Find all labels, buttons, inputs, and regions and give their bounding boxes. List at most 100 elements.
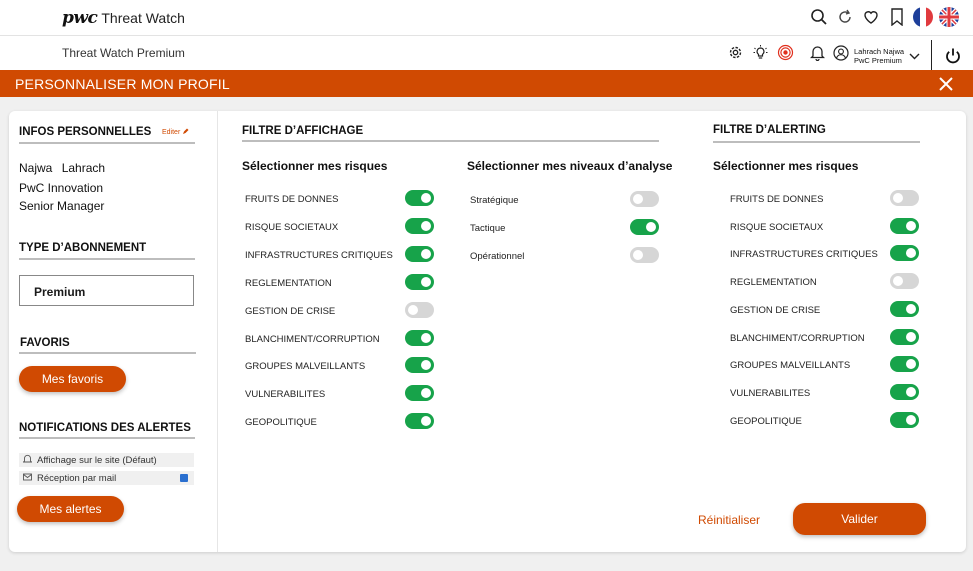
toggle-label: GEOPOLITIQUE xyxy=(245,417,317,429)
subscription-field: Premium xyxy=(19,275,194,306)
infos-title: INFOS PERSONNELLES xyxy=(19,126,152,138)
user-menu[interactable]: Lahrach Najwa PwC Premium xyxy=(833,45,920,66)
toggle-knob xyxy=(893,193,903,203)
lightbulb-icon[interactable] xyxy=(752,44,769,66)
toggle-switch[interactable] xyxy=(630,219,659,235)
toggle-knob xyxy=(421,276,431,287)
toggle-switch[interactable] xyxy=(890,190,919,206)
mail-icon xyxy=(23,473,32,484)
bell-icon[interactable] xyxy=(809,44,826,66)
toggle-switch[interactable] xyxy=(890,411,919,428)
toggle-label: BLANCHIMENT/CORRUPTION xyxy=(730,332,865,344)
toggle-switch[interactable] xyxy=(405,301,434,318)
chevron-down-icon[interactable] xyxy=(909,47,920,65)
toggle-switch[interactable] xyxy=(630,191,659,207)
notif-mail-option[interactable]: Réception par mail xyxy=(19,471,194,485)
notif-site-label: Affichage sur le site (Défaut) xyxy=(37,454,157,466)
toggle-label: FRUITS DE DONNES xyxy=(245,194,339,205)
toggle-label: VULNERABILITES xyxy=(730,387,811,399)
toggle-label: GEOPOLITIQUE xyxy=(730,415,802,427)
toggle-label: INFRASTRUCTURES CRITIQUES xyxy=(730,249,878,261)
toggle-switch[interactable] xyxy=(890,383,919,400)
favorites-title: FAVORIS xyxy=(20,337,70,349)
display-risks-title: Sélectionner mes risques xyxy=(242,159,388,173)
app-name: Threat Watch xyxy=(101,10,185,26)
toggle-label: Tactique xyxy=(470,223,506,234)
levels-title: Sélectionner mes niveaux d’analyse xyxy=(467,159,673,173)
pwc-logo: pwc xyxy=(62,8,98,28)
favorites-button[interactable]: Mes favoris xyxy=(19,366,126,392)
app-logo[interactable]: pwc Threat Watch xyxy=(62,8,185,28)
toggle-switch[interactable] xyxy=(405,245,434,262)
refresh-icon[interactable] xyxy=(835,6,855,28)
reset-link[interactable]: Réinitialiser xyxy=(698,513,760,527)
toggle-switch[interactable] xyxy=(405,273,434,290)
user-name: Lahrach Najwa xyxy=(854,46,905,56)
toggle-switch[interactable] xyxy=(890,217,919,234)
notifications-title: NOTIFICATIONS DES ALERTES xyxy=(19,422,191,434)
target-icon[interactable] xyxy=(777,44,794,66)
heart-icon[interactable] xyxy=(861,6,881,28)
close-icon[interactable] xyxy=(938,76,954,92)
alert-filter-underline xyxy=(713,141,920,143)
toggle-knob xyxy=(421,416,431,427)
toggle-switch[interactable] xyxy=(405,413,434,430)
edit-label: Editer xyxy=(162,129,181,136)
validate-button[interactable]: Valider xyxy=(793,503,926,535)
user-icon xyxy=(833,45,849,66)
toggle-knob xyxy=(421,193,431,203)
toggle-label: RISQUE SOCIETAUX xyxy=(730,221,824,233)
toggle-knob xyxy=(906,359,916,370)
modal-title: PERSONNALISER MON PROFIL xyxy=(15,76,230,92)
mail-checkbox[interactable] xyxy=(180,474,188,482)
toggle-switch[interactable] xyxy=(890,328,919,345)
bookmark-icon[interactable] xyxy=(887,6,907,28)
toggle-label: REGLEMENTATION xyxy=(245,277,332,289)
power-icon[interactable] xyxy=(931,40,973,72)
toggle-knob xyxy=(906,220,916,231)
product-title: Threat Watch Premium xyxy=(62,46,185,60)
toggle-knob xyxy=(646,222,656,232)
edit-link[interactable]: Editer xyxy=(162,128,189,137)
toggle-switch[interactable] xyxy=(405,385,434,402)
toggle-switch[interactable] xyxy=(890,356,919,373)
toggle-knob xyxy=(906,331,916,342)
toggle-knob xyxy=(906,248,916,259)
toggle-switch[interactable] xyxy=(890,273,919,290)
toggle-knob xyxy=(421,220,431,231)
alerts-button[interactable]: Mes alertes xyxy=(17,496,124,522)
bell-icon xyxy=(22,454,33,467)
toggle-switch[interactable] xyxy=(405,329,434,346)
toggle-knob xyxy=(633,194,643,204)
settings-icon[interactable] xyxy=(727,44,744,66)
toggle-switch[interactable] xyxy=(890,300,919,317)
favorites-underline xyxy=(19,352,196,354)
profile-panel xyxy=(9,111,966,552)
alert-risks-title: Sélectionner mes risques xyxy=(713,159,859,173)
toggle-knob xyxy=(421,388,431,399)
toggle-label: Opérationnel xyxy=(470,251,525,262)
pencil-icon xyxy=(182,128,189,137)
modal-header: PERSONNALISER MON PROFIL xyxy=(0,70,973,97)
user-plan: PwC Premium xyxy=(854,55,902,65)
alert-filter-title: FILTRE D’ALERTING xyxy=(713,124,826,136)
user-full-name: Najwa Lahrach xyxy=(19,161,105,175)
toggle-label: BLANCHIMENT/CORRUPTION xyxy=(245,333,380,345)
notif-site-option[interactable]: Affichage sur le site (Défaut) xyxy=(19,453,194,467)
flag-fr-icon[interactable] xyxy=(913,7,933,27)
search-icon[interactable] xyxy=(809,6,829,28)
toggle-knob xyxy=(906,303,916,314)
notifications-underline xyxy=(19,437,195,439)
toggle-label: FRUITS DE DONNES xyxy=(730,194,824,205)
display-filter-underline xyxy=(242,140,659,142)
toggle-switch[interactable] xyxy=(630,247,659,263)
toggle-knob xyxy=(906,414,916,425)
toggle-switch[interactable] xyxy=(405,190,434,206)
toggle-switch[interactable] xyxy=(405,357,434,374)
toggle-switch[interactable] xyxy=(405,217,434,234)
toggle-switch[interactable] xyxy=(890,245,919,262)
toggle-label: GROUPES MALVEILLANTS xyxy=(245,361,366,373)
sub-bar: Threat Watch Premium Lahrach Najwa PwC P… xyxy=(0,36,973,70)
flag-uk-icon[interactable] xyxy=(939,7,959,27)
toggle-knob xyxy=(421,332,431,343)
